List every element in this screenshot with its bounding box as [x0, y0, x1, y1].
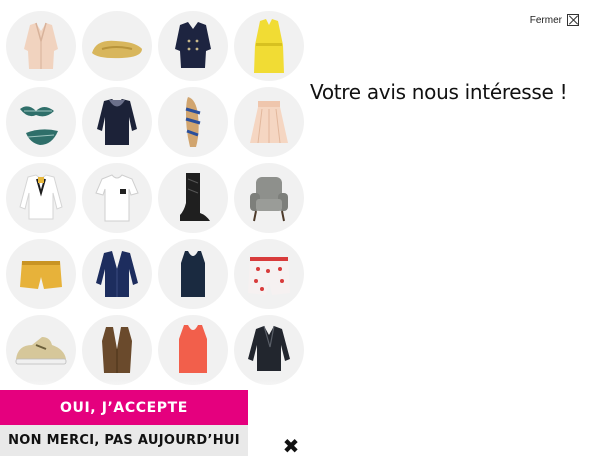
product-navy-peacoat [158, 11, 228, 81]
ballerina-image [92, 40, 142, 59]
blazer-image [24, 22, 58, 69]
shorts-image [20, 261, 62, 289]
close-button[interactable]: Fermer [530, 14, 579, 26]
close-box-icon[interactable] [567, 14, 579, 26]
bikini-image [20, 106, 58, 145]
product-blush-pleated-skirt [234, 87, 304, 157]
product-navy-cardigan [82, 239, 152, 309]
boots-image [180, 173, 210, 221]
decline-button[interactable]: NON MERCI, PAS AUJOURD’HUI [0, 425, 248, 456]
product-black-leather-jacket [234, 315, 304, 385]
tshirt-image [95, 174, 139, 222]
close-label: Fermer [529, 14, 562, 26]
product-grid [4, 9, 306, 389]
product-brown-leather-vest [82, 315, 152, 385]
skirt-image [250, 101, 288, 144]
cardigan-image [96, 251, 138, 297]
sandal-image [185, 97, 201, 147]
product-heart-print-shorts [234, 239, 304, 309]
survey-headline: Votre avis nous intéresse ! [310, 80, 568, 104]
product-yellow-shorts [6, 239, 76, 309]
vest-image [102, 327, 132, 373]
sneaker-image [15, 337, 67, 365]
dismiss-icon[interactable]: ✖ [281, 436, 301, 456]
survey-popup: Fermer Votre avis nous intéresse ! OUI, … [0, 0, 596, 456]
product-beige-blazer [6, 11, 76, 81]
product-black-boots [158, 163, 228, 233]
coral-tank-image [179, 325, 207, 373]
product-striped-bikini [6, 87, 76, 157]
lace-top-image [97, 99, 137, 145]
product-grey-armchair [234, 163, 304, 233]
armchair-image [250, 177, 288, 222]
product-navy-lace-top [82, 87, 152, 157]
product-navy-tank-top [158, 239, 228, 309]
product-coral-tank-top [158, 315, 228, 385]
product-white-bow-blouse [6, 163, 76, 233]
trench-coat-image [254, 19, 284, 73]
product-gold-ballerina-flat [82, 11, 152, 81]
product-yellow-trench-coat [234, 11, 304, 81]
leather-jacket-image [248, 325, 290, 371]
blouse-image [19, 174, 63, 220]
product-metallic-sneaker [6, 315, 76, 385]
print-shorts-image [248, 257, 290, 295]
product-blue-strappy-sandal [158, 87, 228, 157]
peacoat-image [175, 22, 211, 68]
product-white-tshirt [82, 163, 152, 233]
tank-top-image [181, 251, 205, 297]
accept-button[interactable]: OUI, J’ACCEPTE [0, 390, 248, 425]
